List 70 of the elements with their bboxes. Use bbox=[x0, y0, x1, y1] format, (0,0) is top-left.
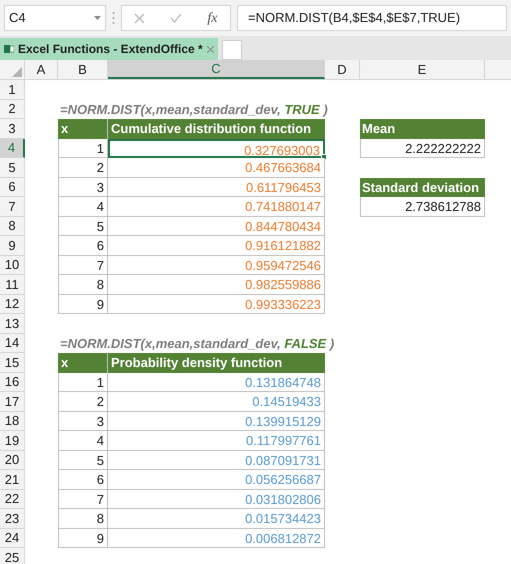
new-tab-button[interactable] bbox=[222, 40, 242, 60]
dropdown-icon[interactable] bbox=[94, 16, 101, 20]
header-cell: Standard deviation bbox=[360, 178, 485, 197]
row-header[interactable]: 7 bbox=[0, 197, 25, 216]
table-cell: 8 bbox=[58, 509, 108, 528]
name-box[interactable]: C4 bbox=[4, 5, 106, 31]
row-header[interactable]: 10 bbox=[0, 256, 25, 275]
row-header[interactable]: 13 bbox=[0, 314, 25, 334]
table-cell: 9 bbox=[58, 528, 108, 548]
row-header[interactable]: 20 bbox=[0, 450, 25, 470]
table-cell: 4 bbox=[58, 197, 108, 216]
check-icon[interactable] bbox=[170, 13, 182, 23]
row-header[interactable]: 14 bbox=[0, 334, 25, 353]
row-header[interactable]: 12 bbox=[0, 294, 25, 314]
row-header[interactable]: 3 bbox=[0, 119, 25, 138]
column-header[interactable]: D bbox=[325, 60, 360, 79]
table-cell: 2 bbox=[58, 158, 108, 178]
row-header[interactable]: 16 bbox=[0, 372, 25, 392]
table-cell: 8 bbox=[58, 275, 108, 294]
row-header[interactable]: 18 bbox=[0, 412, 25, 431]
table-cell: 4 bbox=[58, 431, 108, 450]
table-cell: 3 bbox=[58, 178, 108, 197]
drag-handle-icon bbox=[112, 11, 115, 25]
row-header[interactable]: 8 bbox=[0, 216, 25, 236]
table-cell: 5 bbox=[58, 216, 108, 236]
row-header[interactable]: 15 bbox=[0, 353, 25, 372]
header-cell: Probability density function bbox=[108, 353, 325, 372]
row-header[interactable]: 4 bbox=[0, 138, 25, 158]
table-cell: 2.738612788 bbox=[360, 197, 485, 216]
table-cell: 3 bbox=[58, 412, 108, 431]
table-cell: 1 bbox=[58, 138, 108, 158]
header-cell: Mean bbox=[360, 119, 485, 138]
table-cell: 7 bbox=[58, 256, 108, 275]
table-cell: 2 bbox=[58, 392, 108, 412]
row-header[interactable]: 5 bbox=[0, 158, 25, 178]
column-header[interactable]: E bbox=[360, 60, 485, 79]
tab-label: Excel Functions - ExtendOffice * bbox=[18, 41, 203, 58]
close-icon[interactable] bbox=[206, 46, 214, 52]
header-cell: Cumulative distribution function bbox=[108, 119, 325, 138]
column-header[interactable]: C bbox=[108, 60, 325, 79]
header-cell: x bbox=[58, 119, 108, 138]
select-all-icon[interactable] bbox=[12, 67, 22, 77]
formula-field[interactable]: =NORM.DIST(B4,$E$4,$E$7,TRUE) bbox=[237, 5, 507, 31]
row-header[interactable]: 9 bbox=[0, 236, 25, 256]
column-header[interactable]: A bbox=[25, 60, 58, 79]
table-cell: 2.222222222 bbox=[360, 138, 485, 158]
cancel-icon[interactable] bbox=[134, 12, 146, 24]
table-cell: 6 bbox=[58, 470, 108, 490]
row-header[interactable]: 23 bbox=[0, 509, 25, 528]
table-cell: 1 bbox=[58, 372, 108, 392]
row-header[interactable]: 2 bbox=[0, 100, 25, 119]
row-header[interactable]: 19 bbox=[0, 431, 25, 450]
table-cell: 7 bbox=[58, 490, 108, 509]
row-header[interactable]: 11 bbox=[0, 275, 25, 294]
row-header[interactable]: 25 bbox=[0, 548, 25, 564]
table-cell: 5 bbox=[58, 450, 108, 470]
row-header[interactable]: 24 bbox=[0, 528, 25, 548]
formula-caption: =NORM.DIST(x,mean,standard_dev, TRUE ) bbox=[59, 100, 328, 119]
formula-caption: =NORM.DIST(x,mean,standard_dev, FALSE ) bbox=[59, 334, 334, 353]
header-cell: x bbox=[58, 353, 108, 372]
table-cell: 9 bbox=[58, 294, 108, 314]
insert-function-button[interactable]: fx bbox=[207, 8, 218, 28]
table-cell: 6 bbox=[58, 236, 108, 256]
row-header[interactable]: 17 bbox=[0, 392, 25, 412]
row-header[interactable]: 22 bbox=[0, 490, 25, 509]
workbook-tab[interactable]: Excel Functions - ExtendOffice * bbox=[0, 38, 218, 60]
row-header[interactable]: 21 bbox=[0, 470, 25, 490]
row-header[interactable]: 6 bbox=[0, 178, 25, 197]
row-header[interactable]: 1 bbox=[0, 80, 25, 100]
spreadsheet-icon bbox=[4, 44, 14, 54]
